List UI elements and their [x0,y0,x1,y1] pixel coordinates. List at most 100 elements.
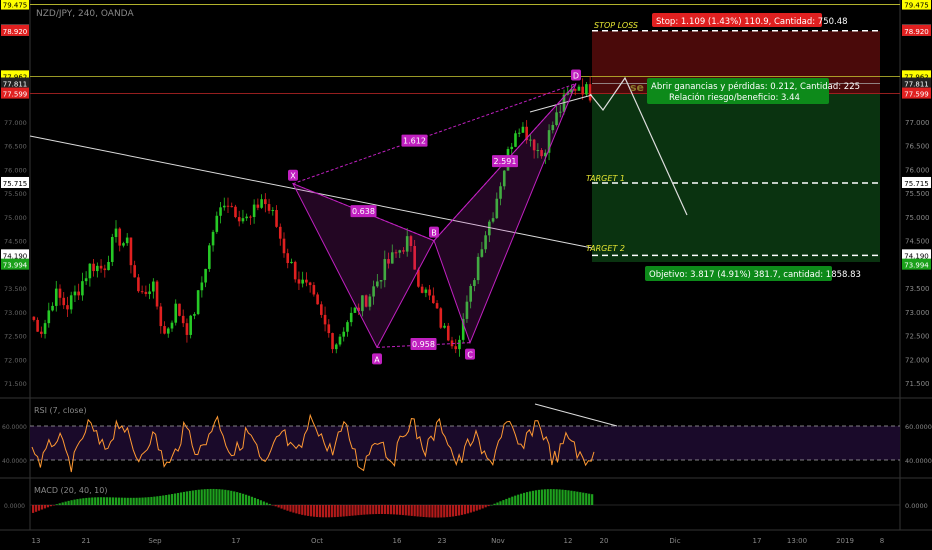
candle-body [32,316,36,320]
pl-info-line2: Relación riesgo/beneficio: 3.44 [669,92,800,103]
macd-histogram-bar [307,505,310,516]
macd-histogram-bar [280,505,283,509]
candle-body [148,291,151,295]
candle-body [107,261,110,271]
macd-histogram-bar [490,504,493,506]
macd-histogram-bar [185,491,189,505]
rsi-tick-left: 60.0000 [2,424,27,431]
price-tick-left: 75.500 [4,190,27,198]
candle-body [237,217,241,222]
candle-body [424,289,428,293]
macd-histogram-bar [250,496,254,505]
macd-histogram-bar [277,505,280,508]
candle-body [47,310,51,324]
macd-histogram-bar [230,490,233,505]
macd-histogram-bar [327,505,330,518]
macd-histogram-bar [573,491,576,505]
macd-histogram-bar [561,489,564,505]
macd-histogram-bar [591,494,594,505]
candle-body [342,331,346,337]
candle-body [312,285,316,295]
macd-histogram-bar [404,505,407,516]
macd-histogram-bar [301,505,304,515]
macd-histogram-bar [413,505,416,517]
price-badge-right-text: 79.475 [904,2,929,10]
macd-histogram-bar [156,496,159,505]
sell-label: se [630,81,644,94]
candle-body [252,204,256,218]
price-tick-right: 75.000 [905,214,930,222]
macd-histogram-bar [449,505,452,517]
candle-body [69,295,73,310]
rsi-tick-left: 40.0000 [2,458,27,465]
macd-histogram-bar [378,505,381,515]
candle-body [585,84,588,95]
macd-histogram-bar [454,505,458,517]
macd-histogram-bar [52,505,55,506]
macd-histogram-bar [135,497,138,505]
macd-histogram-bar [259,500,262,505]
candle-body [323,314,327,325]
candle-body [446,325,450,341]
candle-body [137,277,140,292]
macd-histogram-bar [191,490,194,505]
time-tick: 13 [32,537,41,545]
price-tick-left: 73.000 [4,309,27,317]
candle-body [334,344,338,350]
macd-histogram-bar [428,505,431,518]
candle-body [293,261,297,280]
candle-body [230,206,234,208]
macd-histogram-bar [49,505,52,507]
macd-histogram-bar [274,505,277,507]
candle-body [62,297,66,306]
macd-histogram-bar [496,502,499,505]
candle-body [308,282,312,286]
time-tick: 17 [232,537,241,545]
macd-histogram-bar [434,505,437,518]
candle-body [249,216,252,218]
macd-histogram-bar [549,489,552,505]
macd-histogram-bar [422,505,425,517]
rsi-title: RSI (7, close) [34,406,87,415]
target-zone[interactable] [592,94,880,262]
candle-body [66,305,69,310]
price-badge-right-text: 77.811 [904,81,929,89]
candle-body [114,228,118,238]
macd-histogram-bar [401,505,404,516]
macd-histogram-bar [197,489,200,505]
macd-histogram-bar [478,505,481,510]
time-tick: 20 [600,537,609,545]
macd-histogram-bar [425,505,428,518]
macd-histogram-bar [34,505,38,512]
point-label-c: C [467,351,473,360]
rsi-tick-right: 40.0000 [905,457,932,465]
time-tick: Oct [311,537,323,545]
candle-body [282,238,286,254]
macd-histogram-bar [588,493,591,505]
symbol-title: NZD/JPY, 240, OANDA [36,9,134,19]
candle-body [140,291,144,293]
price-badge-left-text: 75.715 [3,180,28,188]
macd-histogram-bar [165,495,168,505]
macd-histogram-bar [502,500,505,505]
macd-histogram-bar [558,489,561,505]
candle-body [103,268,107,271]
macd-histogram-bar [304,505,307,516]
macd-histogram-bar [567,490,570,505]
price-badge-right-text: 73.994 [904,262,929,270]
macd-histogram-bar [132,497,135,505]
macd-histogram-bar [508,497,511,505]
pl-info-line1: Abrir ganancias y pérdidas: 0.212, Canti… [651,81,860,92]
macd-histogram-bar [310,505,313,517]
macd-histogram-bar [221,489,224,505]
macd-histogram-bar [46,505,49,508]
candle-body [256,204,260,208]
macd-histogram-bar [499,501,502,505]
candle-body [346,322,349,332]
chart-canvas[interactable]: NZD/JPY, 240, OANDA X A B C D 0.638 0.958 2.591… [0,0,932,550]
macd-histogram-bar [40,505,44,510]
ratio-label-ac: 0.958 [412,340,435,349]
candle-body [226,205,230,207]
macd-histogram-bar [431,505,434,518]
macd-histogram-bar [460,505,464,515]
